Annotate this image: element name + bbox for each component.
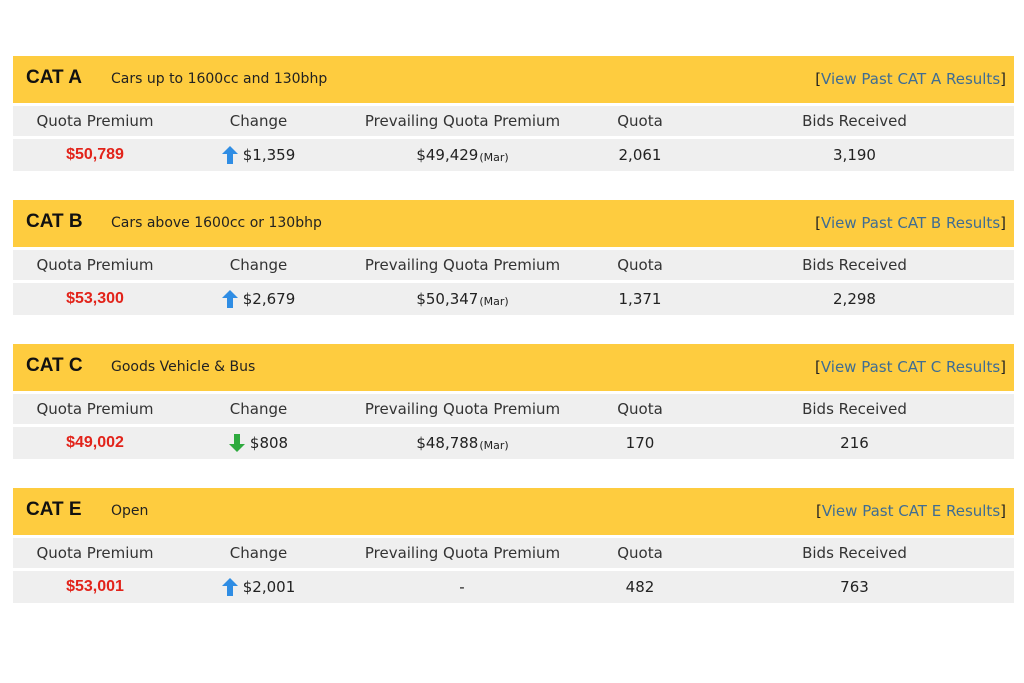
col-quota-premium-header: Quota Premium — [36, 544, 154, 562]
col-bids-header: Bids Received — [802, 400, 907, 418]
prevailing-month: (Mar) — [479, 150, 509, 164]
past-results-link-wrap: [View Past CAT B Results] — [815, 214, 1006, 232]
col-prevailing-header: Prevailing Quota Premium — [364, 256, 561, 274]
category-panel-cat-e: CAT E Open [View Past CAT E Results] Quo… — [13, 488, 1014, 603]
arrow-up-icon — [221, 146, 238, 164]
prevailing-value: - — [459, 578, 465, 596]
prevailing-cell: $50,347 (Mar) — [340, 283, 585, 315]
category-description: Cars above 1600cc or 130bhp — [111, 215, 322, 231]
change-value: $2,001 — [242, 578, 296, 596]
coe-results-page: CAT A Cars up to 1600cc and 130bhp [View… — [0, 0, 1024, 683]
category-header: CAT E Open [View Past CAT E Results] — [13, 488, 1014, 535]
category-description: Open — [111, 503, 149, 519]
quota-premium-value: $53,001 — [66, 578, 124, 595]
category-code: CAT A — [26, 67, 82, 88]
col-prevailing-header: Prevailing Quota Premium — [364, 544, 561, 562]
value-row: $49,002 $808 $48,788 (Mar) 170 216 — [13, 427, 1014, 459]
quota-premium-cell: $49,002 — [13, 427, 177, 459]
change-value: $808 — [249, 434, 289, 452]
prevailing-month: (Mar) — [479, 294, 509, 308]
past-results-link-wrap: [View Past CAT C Results] — [815, 358, 1006, 376]
past-results-link-wrap: [View Past CAT A Results] — [815, 70, 1006, 88]
change-cell: $1,359 — [177, 139, 340, 171]
col-quota-premium-header: Quota Premium — [36, 112, 154, 130]
category-header: CAT C Goods Vehicle & Bus [View Past CAT… — [13, 344, 1014, 391]
past-results-link-wrap: [View Past CAT E Results] — [816, 502, 1006, 520]
link-bracket-close: ] — [1000, 502, 1006, 520]
col-bids-header: Bids Received — [802, 112, 907, 130]
arrow-down-icon — [228, 434, 245, 452]
quota-premium-cell: $53,300 — [13, 283, 177, 315]
col-change-header: Change — [229, 400, 288, 418]
quota-premium-cell: $53,001 — [13, 571, 177, 603]
prevailing-cell: $49,429 (Mar) — [340, 139, 585, 171]
prevailing-value: $49,429 — [416, 146, 479, 164]
column-header-row: Quota Premium Change Prevailing Quota Pr… — [13, 106, 1014, 136]
bids-value: 2,298 — [833, 290, 876, 308]
col-change-header: Change — [229, 112, 288, 130]
col-change-header: Change — [229, 544, 288, 562]
column-header-row: Quota Premium Change Prevailing Quota Pr… — [13, 250, 1014, 280]
col-quota-premium-header: Quota Premium — [36, 400, 154, 418]
column-header-row: Quota Premium Change Prevailing Quota Pr… — [13, 538, 1014, 568]
view-past-results-link-cat-c[interactable]: View Past CAT C Results — [821, 358, 1000, 376]
quota-value: 482 — [625, 578, 655, 596]
change-cell: $2,679 — [177, 283, 340, 315]
quota-premium-value: $50,789 — [66, 146, 124, 163]
prevailing-month: (Mar) — [479, 438, 509, 452]
category-panel-cat-a: CAT A Cars up to 1600cc and 130bhp [View… — [13, 56, 1014, 171]
quota-premium-value: $49,002 — [66, 434, 124, 451]
quota-premium-cell: $50,789 — [13, 139, 177, 171]
quota-value: 170 — [625, 434, 655, 452]
link-bracket-close: ] — [1000, 214, 1006, 232]
category-description: Cars up to 1600cc and 130bhp — [111, 71, 328, 87]
prevailing-cell: - — [340, 571, 585, 603]
bids-value: 3,190 — [833, 146, 876, 164]
change-cell: $808 — [177, 427, 340, 459]
col-change-header: Change — [229, 256, 288, 274]
col-quota-header: Quota — [617, 256, 663, 274]
prevailing-value: $50,347 — [416, 290, 479, 308]
col-bids-header: Bids Received — [802, 544, 907, 562]
col-quota-header: Quota — [617, 112, 663, 130]
category-header: CAT B Cars above 1600cc or 130bhp [View … — [13, 200, 1014, 247]
col-prevailing-header: Prevailing Quota Premium — [364, 400, 561, 418]
col-prevailing-header: Prevailing Quota Premium — [364, 112, 561, 130]
view-past-results-link-cat-a[interactable]: View Past CAT A Results — [821, 70, 1000, 88]
quota-value: 2,061 — [618, 146, 662, 164]
col-quota-header: Quota — [617, 400, 663, 418]
change-value: $2,679 — [242, 290, 296, 308]
category-code: CAT B — [26, 211, 83, 232]
category-panel-cat-c: CAT C Goods Vehicle & Bus [View Past CAT… — [13, 344, 1014, 459]
prevailing-cell: $48,788 (Mar) — [340, 427, 585, 459]
value-row: $53,300 $2,679 $50,347 (Mar) 1,371 2,298 — [13, 283, 1014, 315]
col-bids-header: Bids Received — [802, 256, 907, 274]
link-bracket-close: ] — [1000, 358, 1006, 376]
category-description: Goods Vehicle & Bus — [111, 359, 256, 375]
view-past-results-link-cat-b[interactable]: View Past CAT B Results — [821, 214, 1000, 232]
category-header: CAT A Cars up to 1600cc and 130bhp [View… — [13, 56, 1014, 103]
quota-premium-value: $53,300 — [66, 290, 124, 307]
category-code: CAT E — [26, 499, 82, 520]
column-header-row: Quota Premium Change Prevailing Quota Pr… — [13, 394, 1014, 424]
category-panel-cat-b: CAT B Cars above 1600cc or 130bhp [View … — [13, 200, 1014, 315]
view-past-results-link-cat-e[interactable]: View Past CAT E Results — [822, 502, 1000, 520]
value-row: $50,789 $1,359 $49,429 (Mar) 2,061 3,190 — [13, 139, 1014, 171]
prevailing-value: $48,788 — [416, 434, 479, 452]
link-bracket-close: ] — [1000, 70, 1006, 88]
col-quota-header: Quota — [617, 544, 663, 562]
arrow-up-icon — [221, 290, 238, 308]
value-row: $53,001 $2,001 - 482 763 — [13, 571, 1014, 603]
change-value: $1,359 — [242, 146, 296, 164]
bids-value: 763 — [840, 578, 869, 596]
arrow-up-icon — [221, 578, 238, 596]
col-quota-premium-header: Quota Premium — [36, 256, 154, 274]
category-code: CAT C — [26, 355, 83, 376]
bids-value: 216 — [840, 434, 869, 452]
change-cell: $2,001 — [177, 571, 340, 603]
quota-value: 1,371 — [618, 290, 662, 308]
